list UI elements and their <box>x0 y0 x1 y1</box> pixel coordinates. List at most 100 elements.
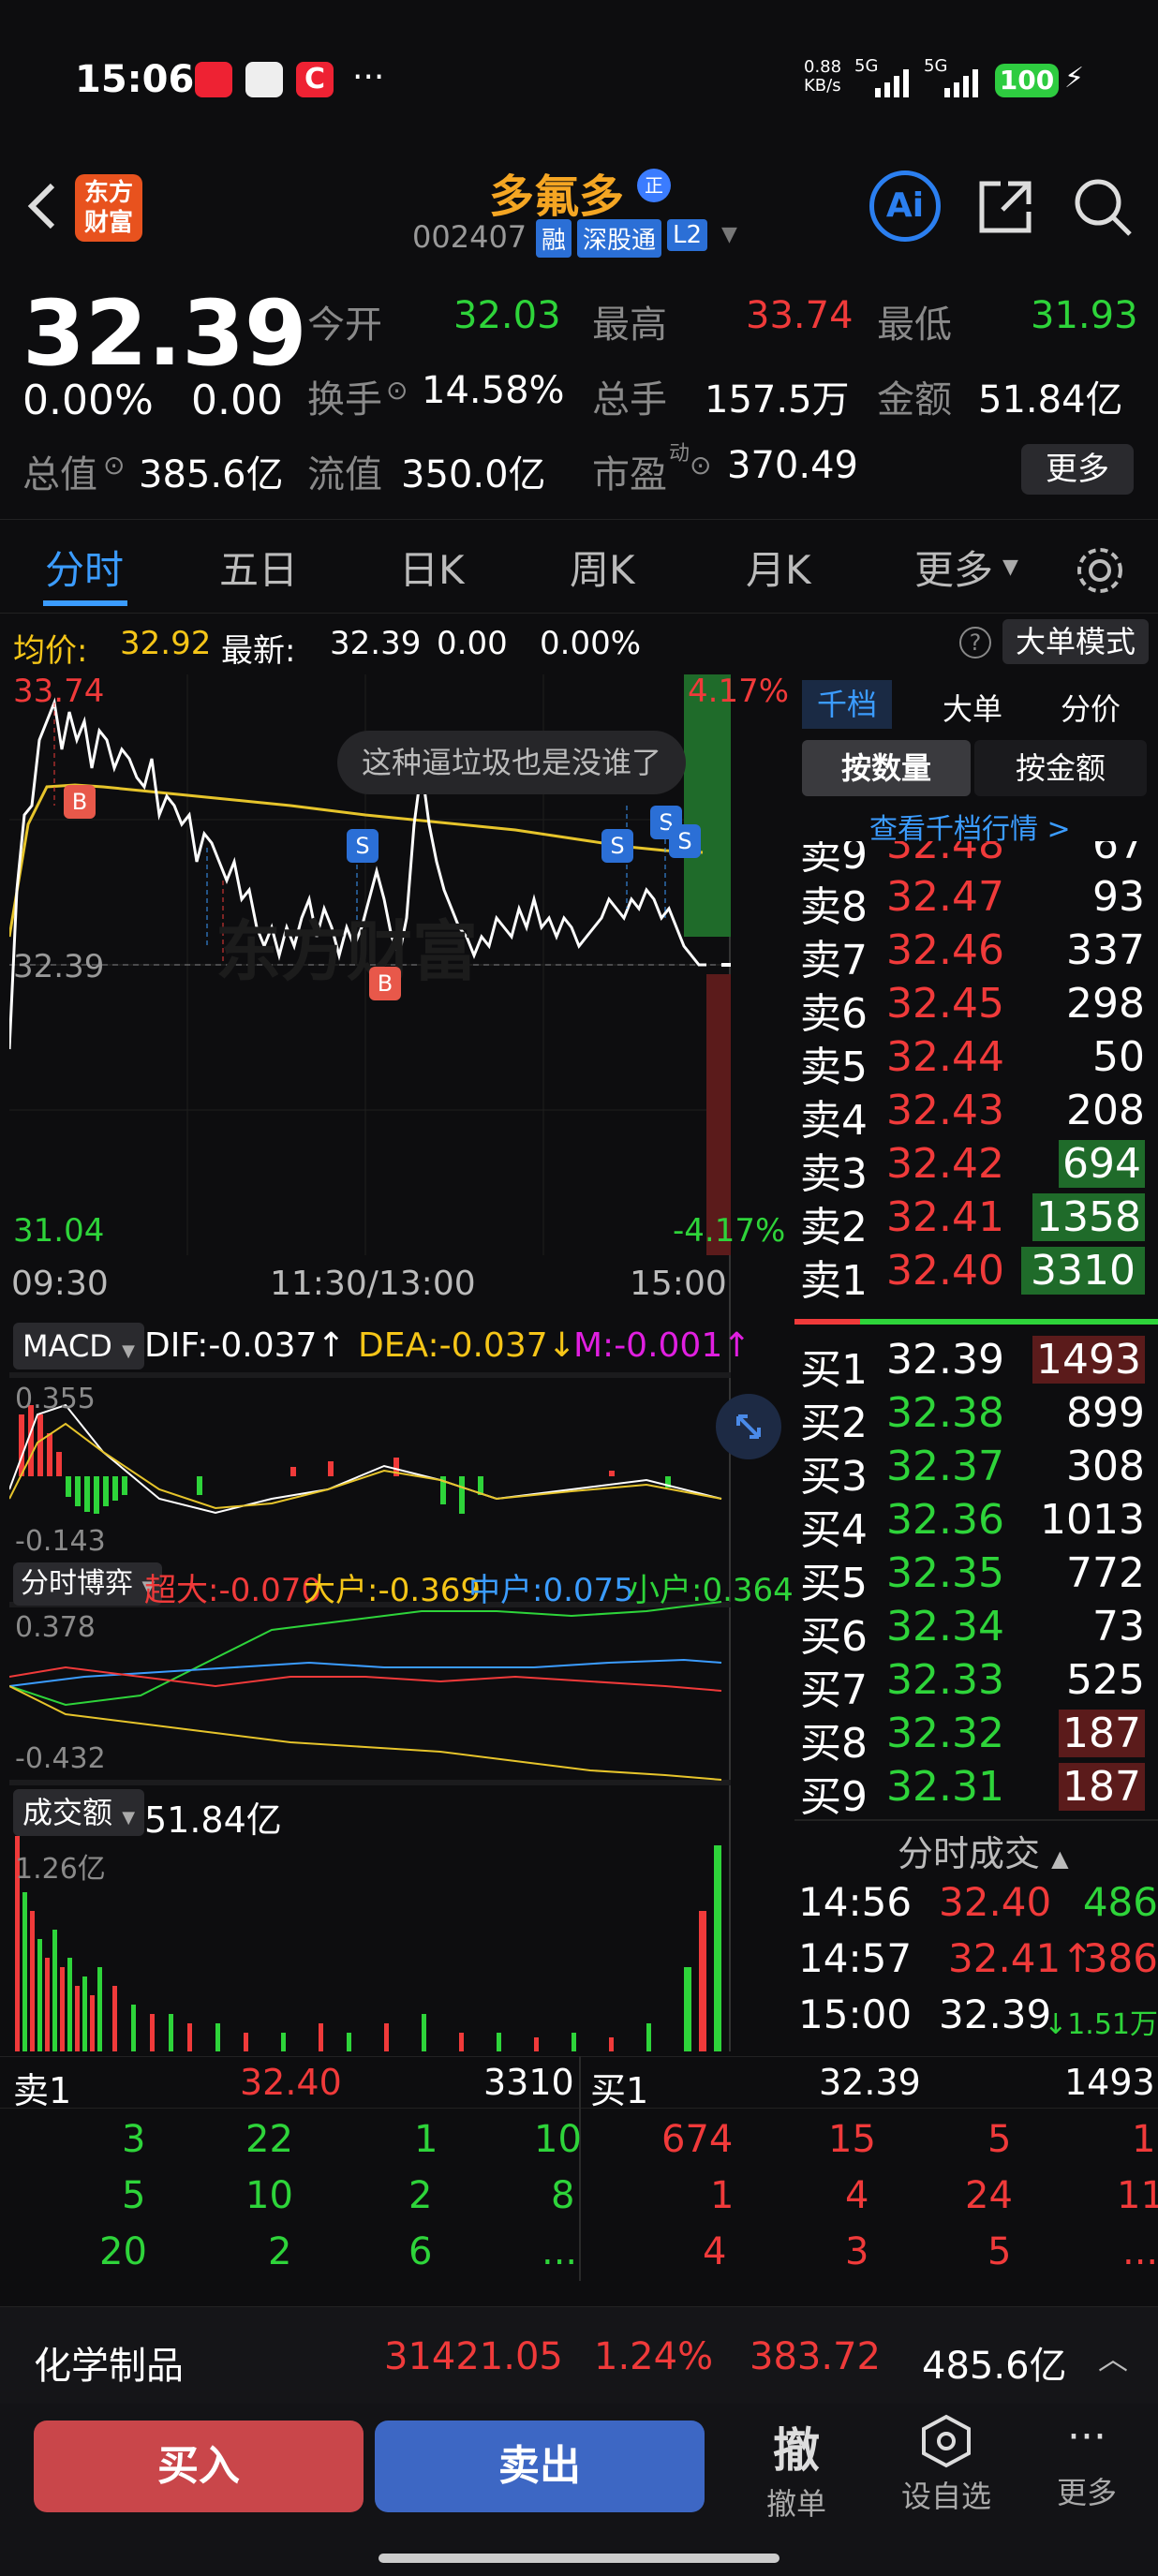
buy-queue: 674 15 5 1 1 4 24 11 4 3 5... <box>661 2118 1158 2273</box>
sell-marker[interactable]: S <box>347 829 379 863</box>
tab-intraday[interactable]: 分时 <box>45 539 124 596</box>
sell-marker[interactable]: S <box>669 824 701 858</box>
sector-amount: 485.6亿 <box>922 2345 1067 2388</box>
intraday-chart[interactable]: 33.74 4.17% 32.39 31.04 -4.17% 这种逼垃圾也是没谁… <box>7 673 794 2051</box>
bid-row[interactable]: 买4 32.36 1013 <box>800 1496 1156 1554</box>
buy-marker[interactable]: B <box>64 785 96 819</box>
ask-row[interactable]: 卖7 32.46 337 <box>800 926 1156 985</box>
tab-daily[interactable]: 日K <box>399 539 465 596</box>
search-icon[interactable] <box>1072 176 1134 238</box>
by-amount-button[interactable]: 按金额 <box>974 740 1147 796</box>
cancel-order-label: 撤单 <box>765 2486 826 2522</box>
clock: 15:06 <box>75 58 195 101</box>
cancel-order-icon: 撤 <box>773 2423 820 2478</box>
volume-total: 51.84亿 <box>144 1799 282 1841</box>
stock-code: 002407 <box>412 219 527 255</box>
mktcap-value: 385.6亿 <box>139 453 284 496</box>
bid-row[interactable]: 买8 32.32 187 <box>800 1710 1156 1768</box>
order-queue: 卖1 32.40 3310 买1 32.39 1493 3 22 1 10 5 10 2 8… <box>0 2056 1158 2300</box>
stock-name[interactable]: 多氟多 <box>489 159 624 225</box>
volume-selector[interactable]: 成交额 ▼ <box>13 1789 145 1836</box>
ask-row[interactable]: 卖1 32.40 3310 <box>800 1247 1156 1305</box>
share-icon[interactable] <box>974 176 1036 238</box>
boyi-selector[interactable]: 分时博弈 ▼ <box>13 1562 163 1606</box>
tab-big-order[interactable]: 大单 <box>943 686 1002 729</box>
info-icon[interactable]: ⊙ <box>690 450 711 481</box>
macd-selector[interactable]: MACD ▼ <box>13 1323 144 1369</box>
ai-assistant-icon[interactable]: Ai <box>869 170 941 242</box>
more-dots-icon: ··· <box>1067 2413 1106 2461</box>
change-amount: 0.00 <box>191 377 283 424</box>
more-actions-label: 更多 <box>1056 2475 1117 2510</box>
tab-price-dist[interactable]: 分价 <box>1061 686 1121 729</box>
macd-bottom: -0.143 <box>15 1525 106 1558</box>
macd-dea: DEA:-0.037↓ <box>358 1326 576 1365</box>
add-watchlist-button[interactable]: 设自选 <box>881 2413 1012 2525</box>
app-icon: C <box>296 62 334 97</box>
back-icon[interactable] <box>19 178 66 234</box>
buy1-label: 买1 <box>590 2070 649 2111</box>
buy-marker[interactable]: B <box>369 967 401 1000</box>
macd-m: M:-0.001↑ <box>573 1326 751 1365</box>
battery-indicator: 100 <box>995 64 1059 97</box>
chevron-down-icon[interactable]: ▼ <box>721 223 737 246</box>
cancel-order-button[interactable]: 撤 撤单 <box>731 2413 862 2525</box>
sell1-price: 32.40 <box>240 2062 342 2103</box>
status-bar: 15:06 C ··· 0.88 KB/s 5G 5G 100 ⚡ <box>0 0 1158 159</box>
tab-weekly[interactable]: 周K <box>570 539 635 596</box>
pe-superscript: 动 <box>669 442 690 466</box>
danmaku-comment[interactable]: 这种逼垃圾也是没谁了 <box>337 731 687 794</box>
low-value: 31.93 <box>1031 294 1138 337</box>
brand-logo: 东方 财富 <box>75 174 142 242</box>
tab-level-book[interactable]: 千档 <box>802 680 892 729</box>
ask-row[interactable]: 卖4 32.43 208 <box>800 1087 1156 1145</box>
more-actions-button[interactable]: ··· 更多 <box>1021 2413 1152 2525</box>
ask-row[interactable]: 卖5 32.44 50 <box>800 1033 1156 1091</box>
bid-row[interactable]: 买1 32.39 1493 <box>800 1336 1156 1394</box>
ask-row[interactable]: 卖9 32.48 67 <box>800 841 1156 879</box>
bid-row[interactable]: 买9 32.31 187 <box>800 1763 1156 1821</box>
macd-histogram <box>19 1405 671 1514</box>
info-icon[interactable]: ⊙ <box>103 450 125 481</box>
buy-button[interactable]: 买入 <box>34 2421 364 2512</box>
ask-row[interactable]: 卖8 32.47 93 <box>800 873 1156 931</box>
chevron-up-icon[interactable]: ︿ <box>1098 2335 1128 2378</box>
book-divider-red <box>794 1319 860 1325</box>
sell-button[interactable]: 卖出 <box>375 2421 705 2512</box>
ticks-header[interactable]: 分时成交 ▲ <box>898 1825 1069 1876</box>
boyi-big: 大户:-0.369 <box>304 1572 482 1609</box>
amount-label: 金额 <box>877 378 952 422</box>
volume-bars <box>15 1836 721 2051</box>
app-icon <box>245 62 283 97</box>
charging-icon: ⚡ <box>1064 62 1085 95</box>
bid-row[interactable]: 买2 32.38 899 <box>800 1389 1156 1447</box>
bid-row[interactable]: 买7 32.33 525 <box>800 1656 1156 1714</box>
bid-row[interactable]: 买6 32.34 73 <box>800 1603 1156 1661</box>
expand-icon[interactable] <box>716 1394 781 1459</box>
latest-change: 0.00 <box>437 625 508 662</box>
home-indicator <box>379 2554 779 2563</box>
info-icon[interactable]: ⊙ <box>386 375 408 406</box>
macd-top: 0.355 <box>15 1383 96 1415</box>
ask-row[interactable]: 卖6 32.45 298 <box>800 980 1156 1038</box>
help-icon[interactable]: ? <box>959 627 991 659</box>
ask-row[interactable]: 卖3 32.42 694 <box>800 1140 1156 1198</box>
big-order-mode-button[interactable]: 大单模式 <box>1002 619 1149 664</box>
sector-bar[interactable]: 化学制品 31421.05 1.24% 383.72 485.6亿 ︿ <box>0 2306 1158 2404</box>
by-quantity-button[interactable]: 按数量 <box>802 740 971 796</box>
bid-row[interactable]: 买5 32.35 772 <box>800 1549 1156 1607</box>
high-value: 33.74 <box>746 294 854 337</box>
chart-high-label: 33.74 <box>13 673 105 710</box>
sell-marker[interactable]: S <box>601 829 633 863</box>
boyi-small: 小户:0.364 <box>628 1572 794 1609</box>
settings-gear-icon[interactable] <box>1074 544 1126 597</box>
tab-monthly[interactable]: 月K <box>746 539 811 596</box>
tab-indicator <box>43 600 127 606</box>
bid-row[interactable]: 买3 32.37 308 <box>800 1443 1156 1501</box>
more-button[interactable]: 更多 <box>1021 444 1134 495</box>
tab-5day[interactable]: 五日 <box>219 539 298 596</box>
open-label: 今开 <box>307 303 382 347</box>
open-value: 32.03 <box>453 294 561 337</box>
ask-row[interactable]: 卖2 32.41 1358 <box>800 1193 1156 1251</box>
tab-more[interactable]: 更多 <box>914 539 993 596</box>
